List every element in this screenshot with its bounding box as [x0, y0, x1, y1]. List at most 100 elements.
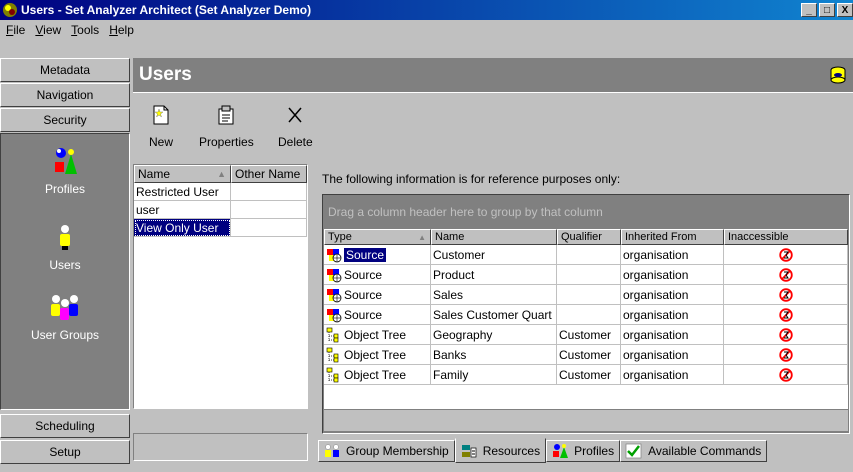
- table-row[interactable]: Object Tree Banks Customer organisation: [324, 345, 848, 365]
- column-header-qualifier[interactable]: Qualifier: [557, 229, 621, 245]
- menu-help[interactable]: Help: [105, 23, 140, 37]
- window-title: Users - Set Analyzer Architect (Set Anal…: [21, 3, 312, 17]
- inaccessible-icon: [778, 347, 793, 362]
- database-icon[interactable]: [829, 66, 847, 84]
- column-header-name[interactable]: Name: [431, 229, 557, 245]
- tab-available-commands[interactable]: Available Commands: [620, 440, 768, 462]
- tab-label: Resources: [482, 443, 541, 458]
- maximize-button[interactable]: □: [819, 3, 835, 17]
- cell-inherited-from: organisation: [621, 305, 724, 325]
- table-row[interactable]: Source Sales organisation: [324, 285, 848, 305]
- source-icon: [327, 248, 342, 262]
- nav-scheduling-button[interactable]: Scheduling: [0, 414, 130, 438]
- list-item[interactable]: Restricted User: [134, 183, 307, 201]
- tab-resources[interactable]: Resources: [454, 438, 547, 463]
- nav-security-button[interactable]: Security: [0, 108, 130, 132]
- nav-setup-button[interactable]: Setup: [0, 440, 130, 464]
- inaccessible-icon: [778, 287, 793, 302]
- list-item[interactable]: user: [134, 201, 307, 219]
- column-header-inherited-from[interactable]: Inherited From: [621, 229, 724, 245]
- cell-name: Product: [431, 265, 557, 285]
- cell-type-text: Source: [344, 307, 383, 322]
- menu-view[interactable]: View: [31, 23, 67, 37]
- cell-inaccessible[interactable]: [724, 265, 848, 285]
- nav-item-user-groups[interactable]: User Groups: [1, 292, 129, 342]
- minimize-button[interactable]: _: [801, 3, 817, 17]
- cell-inaccessible[interactable]: [724, 325, 848, 345]
- cell-name: Banks: [431, 345, 557, 365]
- profiles-icon: [55, 148, 77, 174]
- delete-button[interactable]: Delete: [278, 103, 313, 149]
- new-button[interactable]: New: [149, 103, 173, 149]
- user-name: View Only User: [134, 219, 231, 237]
- sort-ascending-icon: ▲: [418, 232, 426, 242]
- properties-button[interactable]: Properties: [199, 103, 254, 149]
- nav-item-users[interactable]: Users: [1, 222, 129, 272]
- tab-group-membership[interactable]: Group Membership: [318, 440, 455, 462]
- column-header-label: Type: [328, 231, 352, 243]
- list-header: Name ▲ Other Name: [134, 165, 307, 183]
- cell-inaccessible[interactable]: [724, 365, 848, 385]
- menu-tools[interactable]: Tools: [67, 23, 105, 37]
- object-tree-icon: [326, 327, 339, 342]
- column-header-type[interactable]: Type ▲: [324, 229, 431, 245]
- inaccessible-icon: [778, 307, 793, 322]
- nav-item-label: User Groups: [30, 328, 100, 342]
- inaccessible-icon: [778, 367, 793, 382]
- column-header-other-name[interactable]: Other Name: [231, 165, 307, 183]
- table-row[interactable]: Object Tree Family Customer organisation: [324, 365, 848, 385]
- title-bar: Users - Set Analyzer Architect (Set Anal…: [0, 0, 853, 20]
- menu-file[interactable]: File: [2, 23, 31, 37]
- column-header-inaccessible[interactable]: Inaccessible: [724, 229, 848, 245]
- cell-type: Source: [324, 245, 431, 265]
- column-header-name[interactable]: Name ▲: [134, 165, 231, 183]
- resources-grid: Drag a column header here to group by th…: [322, 194, 850, 434]
- tab-profiles[interactable]: Profiles: [546, 440, 621, 462]
- cell-qualifier: [557, 265, 621, 285]
- cell-inaccessible[interactable]: [724, 345, 848, 365]
- source-icon: [327, 288, 342, 302]
- nav-metadata-button[interactable]: Metadata: [0, 58, 130, 82]
- group-by-area[interactable]: Drag a column header here to group by th…: [323, 195, 849, 229]
- new-label: New: [149, 135, 174, 149]
- table-row[interactable]: Source Product organisation: [324, 265, 848, 285]
- list-item-selected[interactable]: View Only User: [134, 219, 307, 237]
- cell-type-text: Source: [344, 287, 383, 302]
- cell-type-text: Object Tree: [344, 367, 407, 382]
- close-button[interactable]: X: [837, 3, 853, 17]
- user-name: Restricted User: [134, 183, 231, 201]
- cell-inaccessible[interactable]: [724, 245, 848, 265]
- cell-type: Source: [324, 285, 431, 305]
- column-header-label: Name: [138, 167, 171, 181]
- left-navigation: Metadata Navigation Security Profiles Us…: [0, 58, 133, 472]
- cell-name: Sales: [431, 285, 557, 305]
- resources-table: Type ▲ Name Qualifier Inherited From Ina…: [324, 229, 848, 409]
- table-row[interactable]: Source Sales Customer Quart organisation: [324, 305, 848, 325]
- delete-icon: [288, 107, 302, 123]
- properties-label: Properties: [199, 135, 254, 149]
- cell-type: Source: [324, 265, 431, 285]
- cell-inaccessible[interactable]: [724, 305, 848, 325]
- tab-label: Group Membership: [346, 444, 449, 458]
- cell-qualifier: Customer: [557, 325, 621, 345]
- user-other-name: [231, 219, 307, 237]
- object-tree-icon: [326, 347, 339, 362]
- cell-name: Sales Customer Quart: [431, 305, 557, 325]
- new-document-icon: [153, 105, 169, 125]
- table-row[interactable]: Object Tree Geography Customer organisation: [324, 325, 848, 345]
- profiles-icon: [553, 444, 569, 458]
- security-panel: Profiles Users User Groups: [0, 133, 130, 410]
- cell-inaccessible[interactable]: [724, 285, 848, 305]
- cell-qualifier: [557, 285, 621, 305]
- inaccessible-icon: [778, 247, 793, 262]
- cell-qualifier: [557, 245, 621, 265]
- object-tree-icon: [326, 367, 339, 382]
- nav-item-profiles[interactable]: Profiles: [1, 146, 129, 196]
- nav-navigation-button[interactable]: Navigation: [0, 83, 130, 107]
- source-icon: [327, 308, 342, 322]
- app-icon: [3, 3, 17, 17]
- source-icon: [327, 268, 342, 282]
- table-row[interactable]: Source Customer organisation: [324, 245, 848, 265]
- sort-ascending-icon: ▲: [217, 169, 226, 179]
- user-icon: [60, 225, 70, 250]
